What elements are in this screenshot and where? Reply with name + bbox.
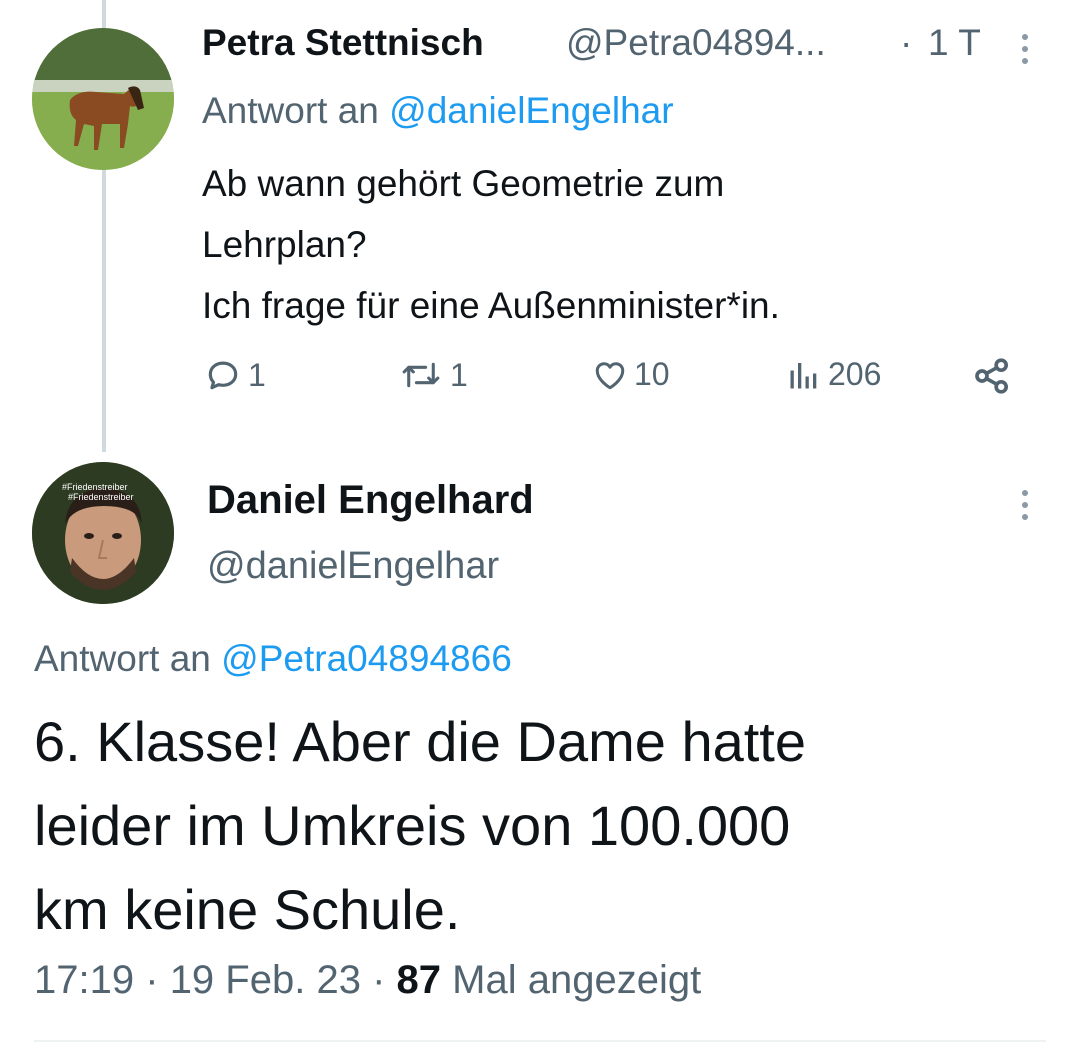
meta-separator: · — [145, 958, 159, 1002]
tweet-view-count: 87 — [396, 958, 442, 1002]
reply-count: 1 — [248, 356, 266, 393]
main-text-line: 6. Klasse! Aber die Dame hatte — [34, 710, 806, 773]
reply-text-line: Ab wann gehört Geometrie zum — [202, 163, 725, 204]
share-icon — [975, 358, 1008, 394]
reply-text-line: Lehrplan? — [202, 224, 367, 265]
reply-author-name[interactable]: Petra Stettnisch — [202, 22, 484, 64]
petra-avatar[interactable] — [32, 28, 174, 170]
retweet-button[interactable]: 1 — [398, 356, 468, 394]
tweet-view-label: Mal angezeigt — [452, 958, 702, 1002]
views-button[interactable]: 206 — [786, 356, 881, 393]
tweet-date[interactable]: 19 Feb. 23 — [170, 958, 361, 1002]
main-text-line: leider im Umkreis von 100.000 — [34, 794, 791, 857]
share-button[interactable] — [972, 356, 1012, 396]
reply-text-line: Ich frage für eine Außenminister*in. — [202, 285, 780, 326]
like-count: 10 — [634, 356, 670, 392]
main-reply-to-mention-link[interactable]: @Petra04894866 — [221, 638, 512, 679]
view-count: 206 — [828, 356, 882, 392]
main-tweet-text: 6. Klasse! Aber die Dame hatte leider im… — [34, 700, 806, 952]
meta-separator: · — [372, 958, 386, 1002]
avatar-overlay-text: #Friedenstreiber — [68, 492, 134, 502]
reply-more-icon[interactable] — [1022, 34, 1028, 64]
main-text-line: km keine Schule. — [34, 878, 461, 941]
reply-to-prefix: Antwort an — [202, 90, 379, 131]
reply-button[interactable]: 1 — [204, 356, 266, 394]
divider — [34, 1040, 1046, 1042]
reply-tweet-text: Ab wann gehört Geometrie zum Lehrplan? I… — [202, 153, 780, 336]
reply-separator: · — [900, 22, 913, 63]
daniel-avatar[interactable]: #Friedenstreiber #Friedenstreiber — [32, 462, 174, 604]
main-author-name[interactable]: Daniel Engelhard — [207, 478, 534, 523]
tweet-meta-line: 17:19 · 19 Feb. 23 · 87 Mal angezeigt — [34, 958, 701, 1003]
main-author-handle[interactable]: @danielEngelhar — [207, 545, 499, 588]
main-reply-to-line: Antwort an @Petra04894866 — [34, 638, 512, 680]
reply-author-handle[interactable]: @Petra04894... — [566, 22, 826, 64]
tweet-time[interactable]: 17:19 — [34, 958, 134, 1002]
avatar-overlay-text: #Friedenstreiber — [62, 482, 128, 492]
like-button[interactable]: 10 — [592, 356, 670, 393]
main-more-icon[interactable] — [1022, 490, 1028, 520]
like-icon — [595, 361, 625, 389]
views-icon — [790, 362, 817, 388]
reply-to-mention-link[interactable]: @danielEngelhar — [389, 90, 673, 131]
reply-timestamp[interactable]: 1 T — [928, 22, 981, 64]
reply-to-line: Antwort an @danielEngelhar — [202, 90, 674, 132]
reply-icon — [208, 361, 238, 390]
main-reply-to-prefix: Antwort an — [34, 638, 211, 679]
retweet-count: 1 — [450, 356, 468, 393]
retweet-icon — [402, 362, 440, 388]
